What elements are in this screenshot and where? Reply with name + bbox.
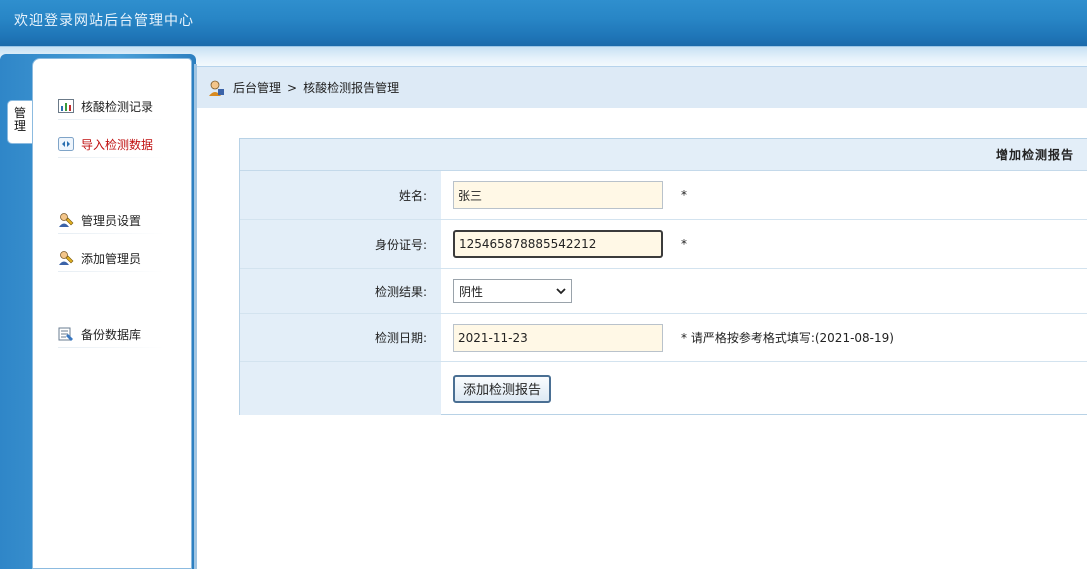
sidebar-item-admin-settings[interactable]: 管理员设置 [58, 209, 141, 231]
form-cell: * 请严格按参考格式填写:(2021-08-19) [441, 314, 1087, 361]
sidebar-item-import-data[interactable]: 导入检测数据 [58, 133, 153, 155]
form-row-id-number: 身份证号: * [240, 220, 1087, 269]
sidebar-tab-manage[interactable]: 管理 [7, 100, 32, 144]
name-label: 姓名: [240, 171, 441, 219]
form-cell: * [441, 220, 1087, 268]
user-folder-icon [207, 79, 225, 97]
empty-label-cell [240, 362, 441, 415]
sidebar-item-label: 管理员设置 [81, 213, 142, 228]
breadcrumb-current: 核酸检测报告管理 [303, 81, 400, 95]
result-select[interactable]: 阴性 [453, 279, 572, 303]
date-field[interactable] [453, 323, 663, 352]
result-selected-value: 阴性 [459, 284, 484, 299]
bar-chart-icon [58, 98, 74, 114]
top-header: 欢迎登录网站后台管理中心 [0, 0, 1087, 46]
sidebar-item-label: 添加管理员 [81, 251, 142, 266]
form-cell: 阴性 [441, 269, 1087, 313]
form-row-date: 检测日期: * 请严格按参考格式填写:(2021-08-19) [240, 314, 1087, 362]
breadcrumb-root[interactable]: 后台管理 [233, 79, 281, 96]
menu-divider [58, 119, 164, 120]
name-field[interactable] [453, 181, 663, 209]
backup-icon [58, 326, 74, 342]
sidebar-item-label: 备份数据库 [81, 327, 142, 342]
import-icon [58, 136, 74, 152]
required-marker: * [681, 188, 687, 202]
frame-divider [194, 64, 197, 569]
chevron-down-icon [556, 284, 566, 298]
breadcrumb: 后台管理 > 核酸检测报告管理 [197, 66, 1087, 108]
admin-user-icon [58, 250, 74, 266]
breadcrumb-separator: > [287, 80, 298, 95]
menu-divider [58, 233, 164, 234]
form-row-result: 检测结果: 阴性 [240, 269, 1087, 314]
form-row-name: 姓名: * [240, 171, 1087, 220]
menu-divider [58, 347, 164, 348]
id-number-field[interactable] [453, 230, 663, 258]
date-format-hint: * 请严格按参考格式填写:(2021-08-19) [681, 331, 894, 345]
result-label: 检测结果: [240, 269, 441, 313]
form-cell: * [441, 171, 1087, 219]
sidebar-item-backup-db[interactable]: 备份数据库 [58, 323, 141, 345]
form-cell: 添加检测报告 [441, 362, 1087, 415]
admin-user-icon [58, 212, 74, 228]
menu-divider [58, 157, 164, 158]
sidebar-item-label: 导入检测数据 [81, 137, 154, 152]
date-label: 检测日期: [240, 314, 441, 361]
add-report-form: 增加检测报告 姓名: * 身份证号: * 检测结果: 阴性 检测日期: [239, 138, 1087, 415]
id-number-label: 身份证号: [240, 220, 441, 268]
sidebar-item-add-admin[interactable]: 添加管理员 [58, 247, 141, 269]
required-marker: * [681, 237, 687, 251]
site-title: 欢迎登录网站后台管理中心 [14, 13, 194, 29]
sidebar-item-nucleic-records[interactable]: 核酸检测记录 [58, 95, 153, 117]
menu-divider [58, 271, 164, 272]
sidebar-item-label: 核酸检测记录 [81, 99, 154, 114]
sidebar-tab-label: 管理 [14, 106, 27, 133]
add-report-button[interactable]: 添加检测报告 [453, 374, 552, 403]
form-title: 增加检测报告 [240, 139, 1087, 171]
form-row-submit: 添加检测报告 [240, 362, 1087, 415]
